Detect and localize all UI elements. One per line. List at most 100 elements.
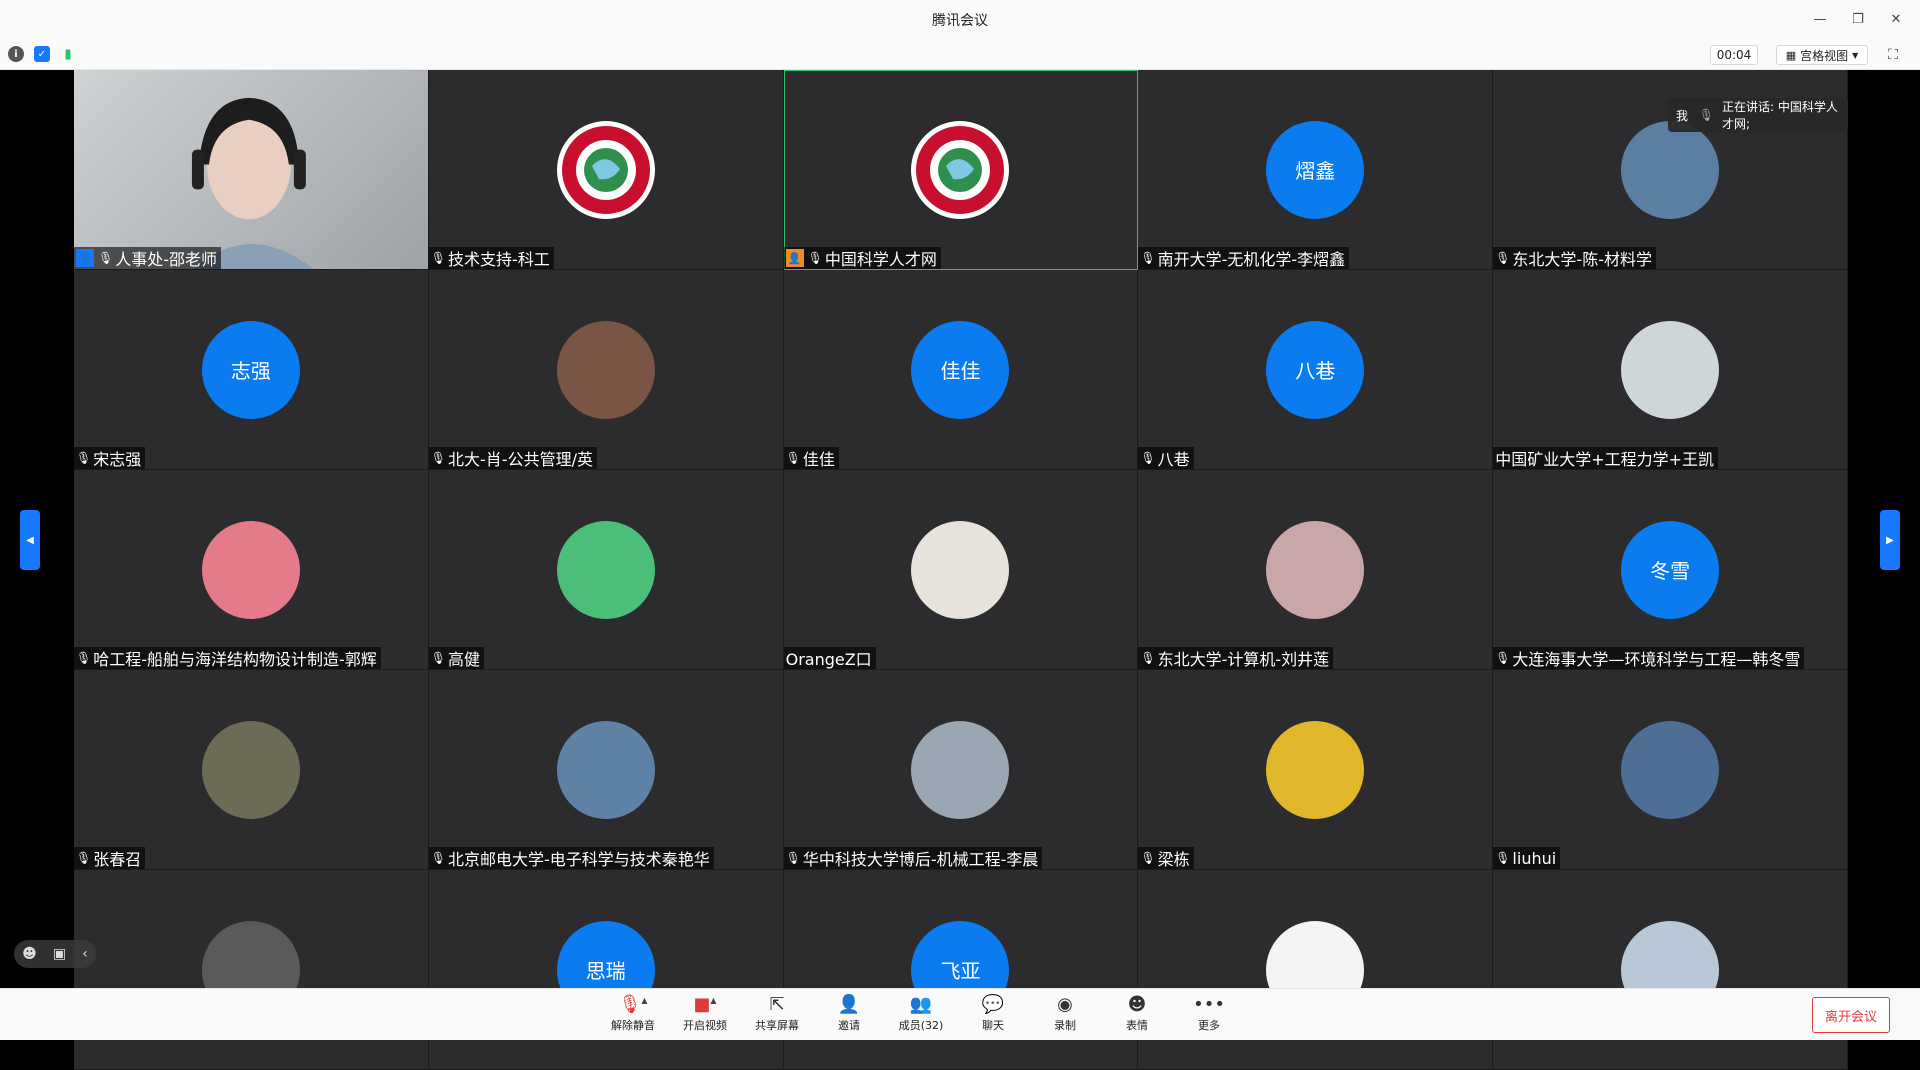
leave-meeting-button[interactable]: 离开会议 — [1812, 997, 1890, 1033]
participant-nameplate: 🎙 梁栋 — [1138, 847, 1194, 869]
participant-tile[interactable] — [1493, 870, 1848, 1070]
participant-name: 中国矿业大学+工程力学+王凯 — [1495, 450, 1715, 469]
share-screen-icon: ⇱ — [769, 993, 785, 1015]
mic-muted-icon: 🎙 — [785, 451, 801, 465]
participant-tile[interactable]: 熠鑫 🎙 南开大学-无机化学-李熠鑫 — [1138, 70, 1494, 270]
participant-tile[interactable]: 🎙 东北大学-计算机-刘井莲 — [1138, 470, 1494, 670]
restore-icon[interactable]: ❐ — [1844, 8, 1872, 30]
start-video-label: 开启视频 — [683, 1019, 727, 1032]
participant-avatar — [556, 520, 655, 619]
invite-button[interactable]: 👤 邀请 — [826, 993, 872, 1033]
mic-muted-icon: 🎙 — [430, 851, 447, 865]
participant-avatar: 熠鑫 — [1266, 120, 1365, 219]
participant-avatar — [1621, 720, 1720, 819]
participant-tile[interactable]: 思瑞 — [428, 870, 784, 1070]
participant-avatar — [556, 120, 655, 219]
mic-muted-icon: 🎙 — [430, 251, 447, 265]
info-bar: i ✓ ▮ 00:04 ▦ 宫格视图 ▼ ⛶ — [0, 40, 1920, 70]
participant-avatar — [556, 320, 655, 419]
participant-name: 八巷 — [1157, 450, 1190, 469]
participant-tile[interactable]: 🎙 张春召 — [74, 670, 429, 870]
participant-nameplate: 🎙 哈工程-船舶与海洋结构物设计制造-郭辉 — [74, 647, 381, 669]
more-button[interactable]: ••• 更多 — [1186, 993, 1232, 1033]
mic-muted-icon: 🎙 — [1495, 251, 1511, 265]
participant-name: 高健 — [448, 650, 481, 669]
start-video-button[interactable]: ■ ▲ 开启视频 — [682, 993, 728, 1033]
video-feed — [74, 70, 428, 269]
emoji-icon: ☻ — [1127, 993, 1147, 1015]
participant-tile[interactable]: 👤 🎙 人事处-邵老师 — [74, 70, 429, 270]
mic-icon: 🎙 — [1698, 108, 1714, 122]
mic-muted-icon: 🎙 — [76, 451, 92, 465]
share-screen-button[interactable]: ⇱ 共享屏幕 — [754, 993, 800, 1033]
mic-muted-icon: 🎙 ▲ — [618, 993, 648, 1015]
participant-name: 东北大学-陈-材料学 — [1512, 250, 1652, 269]
participant-tile[interactable]: 🎙 北大-肖-公共管理/英 — [428, 270, 784, 470]
participant-tile[interactable]: 八巷 🎙 八巷 — [1138, 270, 1494, 470]
emoji-face-icon[interactable]: ☻ — [22, 946, 37, 962]
record-label: 录制 — [1054, 1019, 1076, 1032]
participant-nameplate: 🎙 北京邮电大学-电子科学与技术秦艳华 — [428, 847, 714, 869]
participant-nameplate: 🎙 张春召 — [74, 847, 146, 869]
network-signal-icon[interactable]: ▮ — [60, 46, 76, 62]
collapse-icon[interactable]: ‹ — [82, 946, 88, 962]
record-icon: ◉ — [1057, 993, 1073, 1015]
close-icon[interactable]: ✕ — [1882, 8, 1910, 30]
info-icon[interactable]: i — [8, 46, 24, 62]
view-mode-button[interactable]: ▦ 宫格视图 ▼ — [1776, 45, 1868, 65]
participant-nameplate: 🎙 大连海事大学—环境科学与工程—韩冬雪 — [1493, 647, 1805, 669]
reactions-button[interactable]: ☻ 表情 — [1114, 993, 1160, 1033]
participant-tile[interactable]: 飞亚 — [783, 870, 1139, 1070]
participant-tile[interactable]: 🎙 哈工程-船舶与海洋结构物设计制造-郭辉 — [74, 470, 429, 670]
mic-muted-icon: 🎙 — [1140, 651, 1156, 665]
participant-nameplate: 🎙 华中科技大学博后-机械工程-李晨 — [783, 847, 1043, 869]
participant-tile[interactable]: 🎙 liuhui — [1493, 670, 1848, 870]
fullscreen-icon[interactable]: ⛶ — [1884, 46, 1902, 64]
mic-muted-icon: 🎙 — [1495, 851, 1511, 865]
participant-tile[interactable]: 志强 🎙 宋志强 — [74, 270, 429, 470]
host-icon: 👤 — [76, 249, 94, 267]
speaking-text: 正在讲话: 中国科学人才网; — [1722, 100, 1838, 131]
chat-button[interactable]: 💬 聊天 — [970, 993, 1016, 1033]
participant-nameplate: 👤 🎙 人事处-邵老师 — [74, 247, 222, 269]
participant-name: 中国科学人才网 — [824, 250, 937, 269]
chat-label: 聊天 — [982, 1019, 1004, 1032]
participant-name: 佳佳 — [802, 450, 835, 469]
participant-avatar: 佳佳 — [911, 320, 1010, 419]
record-button[interactable]: ◉ 录制 — [1042, 993, 1088, 1033]
minimize-icon[interactable]: — — [1806, 8, 1834, 30]
participant-name: 北大-肖-公共管理/英 — [448, 450, 593, 469]
security-shield-icon[interactable]: ✓ — [34, 46, 50, 62]
window-controls: — ❐ ✕ — [1806, 8, 1910, 30]
unmute-button[interactable]: 🎙 ▲ 解除静音 — [610, 993, 656, 1033]
participant-tile[interactable]: 中国矿业大学+工程力学+王凯 — [1493, 270, 1848, 470]
chat-bubble-icon[interactable]: ▣ — [53, 946, 66, 962]
participant-tile[interactable]: 佳佳 🎙 佳佳 — [783, 270, 1139, 470]
more-dots-icon: ••• — [1193, 993, 1225, 1015]
unmute-label: 解除静音 — [611, 1019, 655, 1032]
mic-muted-icon: 🎙 — [1140, 251, 1156, 265]
participant-tile[interactable] — [1138, 870, 1494, 1070]
participant-name: 人事处-邵老师 — [115, 250, 218, 269]
participant-avatar — [911, 120, 1010, 219]
participant-tile[interactable]: 🎙 北京邮电大学-电子科学与技术秦艳华 — [428, 670, 784, 870]
participant-tile[interactable]: OrangeZ口 — [783, 470, 1139, 670]
title-bar: 腾讯会议 — ❐ ✕ — [0, 0, 1920, 40]
participant-avatar — [911, 520, 1010, 619]
participant-tile[interactable]: 🎙 高健 — [428, 470, 784, 670]
prev-page-button[interactable]: ◀ — [20, 510, 40, 570]
participant-avatar — [911, 720, 1010, 819]
participant-tile[interactable]: 🎙 梁栋 — [1138, 670, 1494, 870]
participant-nameplate: 🎙 北大-肖-公共管理/英 — [428, 447, 597, 469]
mic-muted-icon: 🎙 — [1495, 651, 1511, 665]
avatar-initials: 冬雪 — [1650, 559, 1691, 583]
add-user-icon: 👤 — [837, 993, 861, 1015]
participant-tile[interactable]: 🎙 技术支持-科工 — [428, 70, 784, 270]
participant-tile[interactable]: 冬雪 🎙 大连海事大学—环境科学与工程—韩冬雪 — [1493, 470, 1848, 670]
members-button[interactable]: 👥 成员(32) — [898, 993, 944, 1033]
next-page-button[interactable]: ▶ — [1880, 510, 1900, 570]
participant-tile[interactable]: 👤 🎙 中国科学人才网 — [783, 70, 1139, 270]
mic-muted-icon: 🎙 — [430, 451, 447, 465]
participant-tile[interactable]: 🎙 华中科技大学博后-机械工程-李晨 — [783, 670, 1139, 870]
participant-tile[interactable] — [74, 870, 429, 1070]
